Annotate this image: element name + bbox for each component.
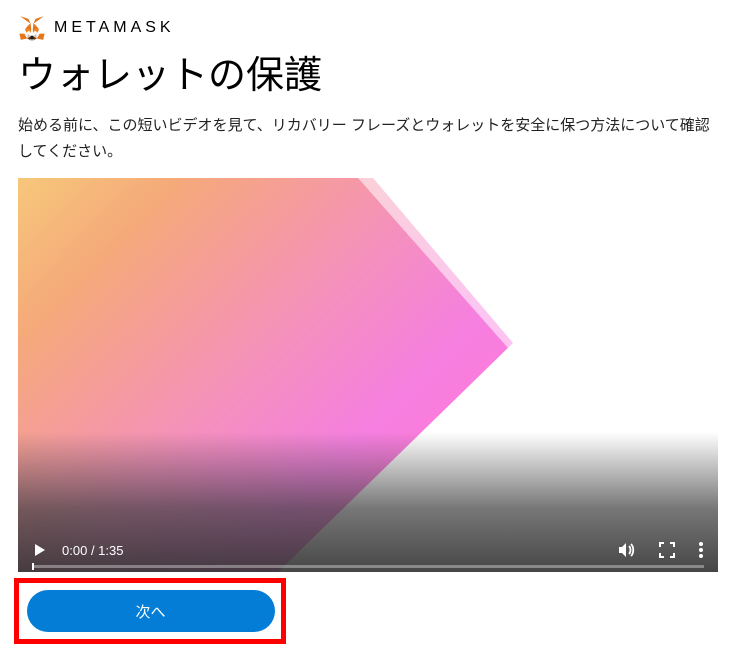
video-current-time: 0:00 — [62, 543, 87, 558]
app-header: METAMASK — [0, 0, 737, 44]
more-options-icon[interactable] — [698, 541, 704, 559]
volume-icon[interactable] — [616, 540, 636, 560]
next-button-container: 次へ — [18, 582, 283, 640]
fullscreen-icon[interactable] — [658, 541, 676, 559]
next-button[interactable]: 次へ — [27, 590, 275, 632]
video-duration: 1:35 — [98, 543, 123, 558]
page-title: ウォレットの保護 — [0, 44, 737, 113]
video-progress-bar[interactable] — [32, 565, 704, 568]
page-description: 始める前に、この短いビデオを見て、リカバリー フレーズとウォレットを安全に保つ方… — [0, 113, 737, 178]
play-icon[interactable] — [32, 542, 48, 558]
brand-name: METAMASK — [54, 19, 175, 37]
video-time-display: 0:00 / 1:35 — [62, 543, 123, 558]
video-controls: 0:00 / 1:35 — [18, 528, 718, 572]
video-player[interactable]: 0:00 / 1:35 — [18, 178, 718, 572]
metamask-logo-icon — [18, 14, 46, 42]
